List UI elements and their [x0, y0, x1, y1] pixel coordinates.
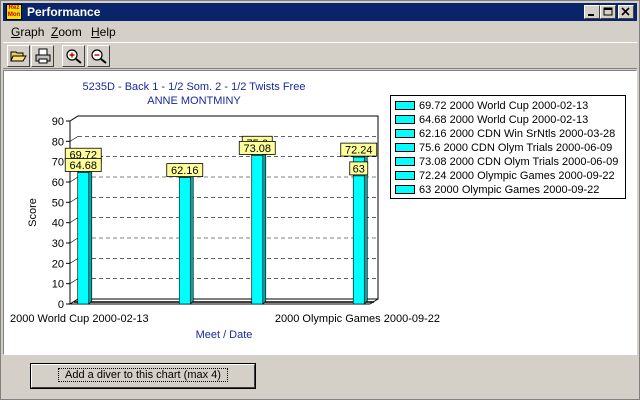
bar: [178, 177, 191, 305]
menu-help-rest: elp: [99, 25, 116, 39]
menu-graph[interactable]: Graph: [11, 25, 44, 39]
legend-label: 62.16 2000 CDN Win SrNtls 2000-03-28: [419, 128, 616, 140]
data-label: 64.68: [69, 160, 97, 172]
x-tick-label: 2000 World Cup 2000-02-13: [10, 313, 149, 325]
legend-item: 62.16 2000 CDN Win SrNtls 2000-03-28: [395, 128, 615, 141]
legend-item: 63 2000 Olympic Games 2000-09-22: [395, 184, 599, 197]
legend-label: 72.24 2000 Olympic Games 2000-09-22: [419, 170, 615, 182]
legend-swatch: [395, 114, 415, 124]
bar-side: [189, 173, 194, 305]
y-tick-label: 30: [52, 238, 64, 250]
bar: [77, 172, 90, 305]
close-icon: [621, 7, 630, 16]
data-label: 73.08: [243, 143, 271, 155]
print-icon: [35, 48, 51, 64]
legend-swatch: [395, 100, 415, 110]
legend-label: 73.08 2000 CDN Olym Trials 2000-06-09: [419, 156, 619, 168]
chart-legend: 69.72 2000 World Cup 2000-02-13 64.68 200…: [390, 95, 626, 199]
title-bar[interactable]: Rez Mon Performance: [3, 3, 637, 21]
y-axis-title: Score: [27, 198, 39, 227]
y-tick-label: 70: [52, 157, 64, 169]
x-tick-label: 2000 Olympic Games 2000-09-22: [275, 313, 440, 325]
maximize-button[interactable]: [600, 5, 616, 19]
chart-panel: 5235D - Back 1 - 1/2 Som. 2 - 1/2 Twists…: [3, 70, 637, 355]
data-label: 63: [353, 163, 365, 175]
add-diver-button[interactable]: Add a diver to this chart (max 4): [31, 364, 255, 388]
legend-swatch: [395, 170, 415, 180]
add-diver-button-label: Add a diver to this chart (max 4): [58, 368, 228, 382]
y-tick-label: 20: [52, 258, 64, 270]
y-tick-label: 80: [52, 136, 64, 148]
bar-side: [363, 172, 368, 305]
open-folder-icon: [10, 51, 27, 62]
legend-item: 73.08 2000 CDN Olym Trials 2000-06-09: [395, 156, 618, 169]
minimize-icon: [588, 14, 594, 16]
legend-item: 64.68 2000 World Cup 2000-02-13: [395, 114, 588, 127]
plot-backwall: [69, 115, 379, 305]
y-tick-label: 50: [52, 197, 64, 209]
minimize-button[interactable]: [584, 5, 600, 19]
menu-graph-rest: raph: [20, 25, 45, 39]
zoom-in-button[interactable]: [62, 45, 85, 67]
legend-item: 75.6 2000 CDN Olym Trials 2000-06-09: [395, 142, 612, 155]
legend-label: 64.68 2000 World Cup 2000-02-13: [419, 114, 589, 126]
y-tick-label: 0: [58, 299, 64, 311]
data-label: 72.24: [345, 145, 373, 157]
legend-label: 69.72 2000 World Cup 2000-02-13: [419, 100, 589, 112]
zoom-out-icon: [91, 49, 107, 64]
data-label: 62.16: [171, 165, 199, 177]
menu-zoom[interactable]: Zoom: [51, 25, 82, 39]
bar-chart: 010203040506070809069.7264.6862.1675.673…: [10, 115, 440, 341]
x-axis-title: Meet / Date: [196, 329, 253, 341]
print-button[interactable]: [31, 45, 54, 67]
window-title: Performance: [27, 5, 101, 19]
menu-help[interactable]: Help: [91, 25, 116, 39]
legend-label: 63 2000 Olympic Games 2000-09-22: [419, 184, 600, 196]
menu-graph-accel: G: [11, 25, 21, 39]
legend-item: 69.72 2000 World Cup 2000-02-13: [395, 100, 588, 113]
zoom-out-button[interactable]: [87, 45, 110, 67]
menu-help-accel: H: [91, 25, 100, 39]
app-icon[interactable]: Rez Mon: [6, 4, 22, 20]
open-button[interactable]: [7, 45, 30, 67]
close-button[interactable]: [618, 5, 634, 19]
y-tick-label: 90: [52, 116, 64, 128]
bar: [251, 155, 264, 305]
legend-swatch: [395, 142, 415, 152]
bar-side: [88, 168, 93, 305]
maximize-icon: [603, 7, 613, 16]
menu-zoom-rest: oom: [58, 25, 82, 39]
legend-swatch: [395, 156, 415, 166]
bar: [352, 175, 365, 305]
performance-window: Rez Mon Performance Graph Zoom Help 5235…: [0, 0, 640, 400]
legend-item: 72.24 2000 Olympic Games 2000-09-22: [395, 170, 615, 183]
legend-swatch: [395, 128, 415, 138]
y-tick-label: 10: [52, 279, 64, 291]
y-tick-label: 60: [52, 177, 64, 189]
bar-side: [262, 151, 267, 305]
menu-bar: Graph Zoom Help: [3, 22, 637, 41]
legend-label: 75.6 2000 CDN Olym Trials 2000-06-09: [419, 142, 613, 154]
legend-swatch: [395, 184, 415, 194]
y-tick-label: 40: [52, 218, 64, 230]
bottom-bar: Add a diver to this chart (max 4): [3, 356, 637, 399]
toolbar: [3, 42, 637, 69]
zoom-in-icon: [66, 49, 82, 64]
